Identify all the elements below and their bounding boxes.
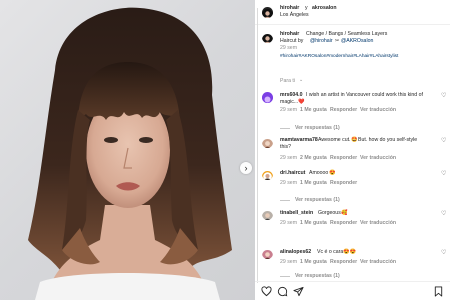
- comment-time: 29 sem: [280, 180, 298, 186]
- comment-text-cont: But. how do you self-style: [358, 137, 418, 143]
- comment-likes[interactable]: 1 Me gusta: [300, 259, 327, 266]
- comment-text: Gorgeous: [318, 210, 341, 216]
- heart-icon[interactable]: [261, 286, 272, 297]
- comment-emoji: 😍: [329, 170, 336, 176]
- chevron-down-icon: ⌄: [299, 77, 304, 83]
- caption-hashtags[interactable]: #hirohair#AKROsalon#modernhair#LAhair#LA…: [280, 54, 398, 61]
- heart-icon[interactable]: ♡: [441, 211, 446, 217]
- comment-username[interactable]: dri.haircut: [280, 170, 305, 177]
- portrait-image: [28, 7, 232, 300]
- comment-icon[interactable]: [277, 286, 288, 297]
- caption-line2-prefix: Haircut by: [280, 38, 304, 44]
- comment-username[interactable]: alinalopes62: [280, 249, 311, 256]
- translate-button[interactable]: Ver traducción: [360, 107, 396, 114]
- thread-line: [257, 8, 258, 283]
- view-replies-button[interactable]: Ver respuestas (1): [295, 125, 340, 132]
- author-username[interactable]: hirohair: [280, 5, 299, 12]
- comment-avatar[interactable]: [262, 209, 273, 220]
- reply-button[interactable]: Responder: [330, 259, 357, 266]
- comment-text-line2: magic...: [280, 99, 299, 105]
- comment-likes[interactable]: 1 Me gusta: [300, 107, 327, 114]
- view-replies-button[interactable]: Ver respuestas (1): [295, 197, 340, 204]
- comment-likes[interactable]: 1 Me gusta: [300, 220, 327, 227]
- comment-text: Amoooo: [309, 170, 329, 176]
- comment-avatar[interactable]: [262, 137, 273, 148]
- comment-time: 29 sem: [280, 155, 298, 161]
- comment-time: 29 sem: [280, 107, 298, 113]
- reply-button[interactable]: Responder: [330, 180, 357, 187]
- mention-hirohair[interactable]: @hirohair: [310, 38, 333, 45]
- view-replies-button[interactable]: Ver respuestas (1): [295, 273, 340, 280]
- comment-likes[interactable]: 2 Me gusta: [300, 155, 327, 162]
- comment-username[interactable]: tinabell_stein: [280, 210, 313, 217]
- caption-avatar[interactable]: [262, 32, 273, 43]
- post-photo: ›: [0, 0, 255, 300]
- comment-time: 29 sem: [280, 220, 298, 226]
- comment-text-line2: this?: [280, 144, 291, 150]
- comment-text: Awesome cut.: [318, 137, 351, 143]
- share-icon[interactable]: [293, 286, 304, 297]
- comment-emoji: 😍😍: [343, 249, 356, 255]
- heart-icon[interactable]: ♡: [441, 171, 446, 177]
- replies-divider: [280, 200, 290, 201]
- mention-akrosalon[interactable]: @AKROsalon: [341, 38, 373, 45]
- replies-divider: [280, 276, 290, 277]
- comment-likes[interactable]: 1 Me gusta: [300, 180, 327, 187]
- author-connector: y: [305, 5, 308, 11]
- collab-username[interactable]: akrosalon: [312, 5, 337, 12]
- translate-button[interactable]: Ver traducción: [360, 220, 396, 227]
- reply-button[interactable]: Responder: [330, 155, 357, 162]
- author-avatar[interactable]: [262, 7, 273, 18]
- comment-avatar[interactable]: [262, 248, 273, 259]
- comment-avatar[interactable]: [262, 92, 273, 103]
- post-location[interactable]: Los Ángeles: [280, 12, 309, 19]
- scissors-icon: ✂: [335, 38, 340, 44]
- heart-icon[interactable]: ♡: [441, 93, 446, 99]
- reply-button[interactable]: Responder: [330, 107, 357, 114]
- comment-avatar[interactable]: [262, 169, 273, 180]
- post-action-bar: [255, 281, 450, 300]
- replies-divider: [280, 128, 290, 129]
- for-you-label[interactable]: Para ti: [280, 78, 295, 85]
- comment-emoji: 🥰: [341, 210, 348, 216]
- post-side-panel: hirohair y akrosalon Los Ángeles hirohai…: [255, 0, 450, 300]
- heart-icon[interactable]: ♡: [441, 138, 446, 144]
- comment-emoji: 🤩: [351, 137, 358, 143]
- comment-text: I wish an artist in Vancouver could work…: [306, 92, 423, 98]
- caption-username[interactable]: hirohair: [280, 31, 299, 38]
- reply-button[interactable]: Responder: [330, 220, 357, 227]
- bookmark-icon[interactable]: [433, 286, 444, 297]
- post-header: hirohair y akrosalon Los Ángeles: [255, 0, 450, 25]
- comment-username[interactable]: mamtavarma78: [280, 137, 318, 144]
- comment-username[interactable]: mrs604.0: [280, 92, 303, 99]
- caption-time: 29 sem: [280, 45, 298, 51]
- comment-time: 29 sem: [280, 259, 298, 265]
- next-photo-button[interactable]: ›: [240, 162, 252, 174]
- comment-text: Vc é o cara: [317, 249, 344, 255]
- heart-icon[interactable]: ♡: [441, 250, 446, 256]
- translate-button[interactable]: Ver traducción: [360, 259, 396, 266]
- caption-line1: Change / Bangs / Seamless Layers: [306, 31, 388, 37]
- translate-button[interactable]: Ver traducción: [360, 155, 396, 162]
- comment-emoji: ❤️: [298, 99, 305, 105]
